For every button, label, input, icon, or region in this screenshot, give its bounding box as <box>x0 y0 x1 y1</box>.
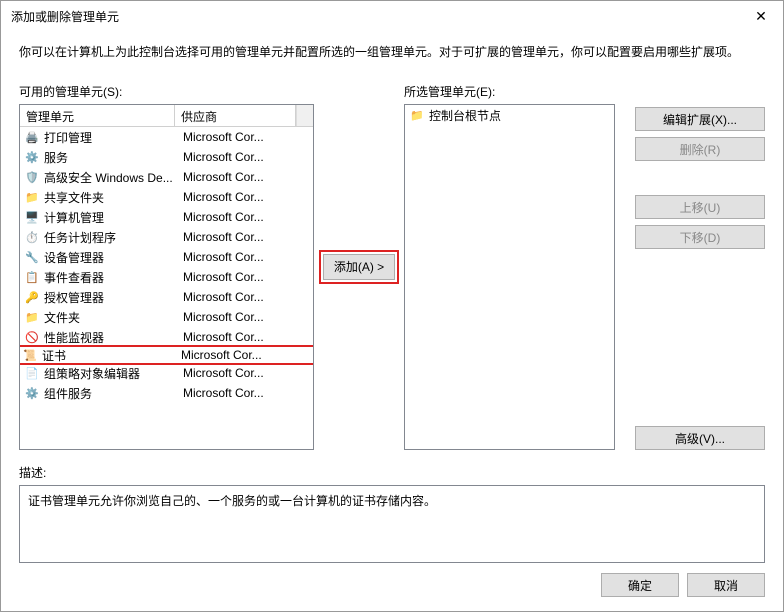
folder-icon: 📁 <box>409 107 425 123</box>
list-item[interactable]: 🖨️打印管理 Microsoft Cor... <box>20 127 313 147</box>
snapin-vendor: Microsoft Cor... <box>181 348 311 362</box>
dialog-window: 添加或删除管理单元 ✕ 你可以在计算机上为此控制台选择可用的管理单元并配置所选的… <box>0 0 784 612</box>
snapin-icon: 🚫 <box>24 329 40 345</box>
list-item[interactable]: ⚙️服务 Microsoft Cor... <box>20 147 313 167</box>
main-row: 可用的管理单元(S): 管理单元 供应商 🖨️打印管理 Microsoft Cor… <box>19 83 765 450</box>
window-title: 添加或删除管理单元 <box>11 8 739 25</box>
snapin-name: 文件夹 <box>44 309 179 326</box>
selected-label: 所选管理单元(E): <box>404 83 615 100</box>
intro-text: 你可以在计算机上为此控制台选择可用的管理单元并配置所选的一组管理单元。对于可扩展… <box>19 43 765 61</box>
selected-list-body: 📁控制台根节点 <box>405 105 614 125</box>
snapin-name: 高级安全 Windows De... <box>44 169 179 186</box>
advanced-button[interactable]: 高级(V)... <box>635 426 765 450</box>
snapin-vendor: Microsoft Cor... <box>183 150 309 164</box>
snapin-vendor: Microsoft Cor... <box>183 210 309 224</box>
snapin-icon: 📁 <box>24 309 40 325</box>
list-item[interactable]: 🔧设备管理器 Microsoft Cor... <box>20 247 313 267</box>
list-item[interactable]: 📁共享文件夹 Microsoft Cor... <box>20 187 313 207</box>
list-item[interactable]: 🚫性能监视器 Microsoft Cor... <box>20 327 313 347</box>
snapin-vendor: Microsoft Cor... <box>183 250 309 264</box>
footer: 确定 取消 <box>1 563 783 611</box>
snapin-vendor: Microsoft Cor... <box>183 130 309 144</box>
add-highlight-box: 添加(A) > <box>319 250 399 284</box>
move-up-button[interactable]: 上移(U) <box>635 195 765 219</box>
remove-button[interactable]: 删除(R) <box>635 137 765 161</box>
selected-listbox[interactable]: 📁控制台根节点 <box>404 104 615 450</box>
move-down-button[interactable]: 下移(D) <box>635 225 765 249</box>
list-item[interactable]: ⏱️任务计划程序 Microsoft Cor... <box>20 227 313 247</box>
titlebar: 添加或删除管理单元 ✕ <box>1 1 783 31</box>
add-button[interactable]: 添加(A) > <box>323 254 395 280</box>
snapin-name: 证书 <box>42 347 177 364</box>
snapin-icon: ⚙️ <box>24 385 40 401</box>
snapin-vendor: Microsoft Cor... <box>183 270 309 284</box>
description-box: 证书管理单元允许你浏览自己的、一个服务的或一台计算机的证书存储内容。 <box>19 485 765 563</box>
cancel-button[interactable]: 取消 <box>687 573 765 597</box>
close-button[interactable]: ✕ <box>739 1 783 31</box>
list-item[interactable]: ⚙️组件服务 Microsoft Cor... <box>20 383 313 403</box>
snapin-vendor: Microsoft Cor... <box>183 330 309 344</box>
selected-item[interactable]: 📁控制台根节点 <box>405 105 614 125</box>
snapin-vendor: Microsoft Cor... <box>183 230 309 244</box>
list-item[interactable]: 🛡️高级安全 Windows De... Microsoft Cor... <box>20 167 313 187</box>
add-column: 添加(A) > <box>314 83 404 450</box>
edit-extensions-button[interactable]: 编辑扩展(X)... <box>635 107 765 131</box>
snapin-name: 组策略对象编辑器 <box>44 365 179 382</box>
snapin-vendor: Microsoft Cor... <box>183 366 309 380</box>
header-vendor[interactable]: 供应商 <box>175 105 296 126</box>
snapin-name: 服务 <box>44 149 179 166</box>
snapin-icon: 🖨️ <box>24 129 40 145</box>
snapin-icon: 📋 <box>24 269 40 285</box>
snapin-icon: 🔧 <box>24 249 40 265</box>
available-list-header: 管理单元 供应商 <box>20 105 313 127</box>
snapin-name: 性能监视器 <box>44 329 179 346</box>
description-section: 描述: 证书管理单元允许你浏览自己的、一个服务的或一台计算机的证书存储内容。 <box>19 464 765 563</box>
snapin-name: 组件服务 <box>44 385 179 402</box>
content-area: 你可以在计算机上为此控制台选择可用的管理单元并配置所选的一组管理单元。对于可扩展… <box>1 31 783 563</box>
header-name[interactable]: 管理单元 <box>20 105 175 126</box>
list-item[interactable]: 📜证书 Microsoft Cor... <box>20 345 313 365</box>
snapin-icon: 🔑 <box>24 289 40 305</box>
list-item[interactable]: 📋事件查看器 Microsoft Cor... <box>20 267 313 287</box>
snapin-vendor: Microsoft Cor... <box>183 310 309 324</box>
snapin-name: 授权管理器 <box>44 289 179 306</box>
snapin-name: 计算机管理 <box>44 209 179 226</box>
description-label: 描述: <box>19 464 765 481</box>
snapin-name: 事件查看器 <box>44 269 179 286</box>
list-item[interactable]: 🔑授权管理器 Microsoft Cor... <box>20 287 313 307</box>
snapin-icon: ⚙️ <box>24 149 40 165</box>
available-column: 可用的管理单元(S): 管理单元 供应商 🖨️打印管理 Microsoft Cor… <box>19 83 314 450</box>
close-icon: ✕ <box>755 8 767 25</box>
snapin-icon: 🛡️ <box>24 169 40 185</box>
selected-item-name: 控制台根节点 <box>429 107 501 124</box>
snapin-icon: 🖥️ <box>24 209 40 225</box>
ok-button[interactable]: 确定 <box>601 573 679 597</box>
snapin-icon: 📜 <box>22 347 38 363</box>
snapin-vendor: Microsoft Cor... <box>183 386 309 400</box>
list-item[interactable]: 📁文件夹 Microsoft Cor... <box>20 307 313 327</box>
available-label: 可用的管理单元(S): <box>19 83 314 100</box>
snapin-vendor: Microsoft Cor... <box>183 170 309 184</box>
snapin-name: 共享文件夹 <box>44 189 179 206</box>
side-buttons-column: 编辑扩展(X)... 删除(R) 上移(U) 下移(D) 高级(V)... <box>615 83 765 450</box>
snapin-icon: 📁 <box>24 189 40 205</box>
selected-column: 所选管理单元(E): 📁控制台根节点 <box>404 83 615 450</box>
snapin-vendor: Microsoft Cor... <box>183 190 309 204</box>
snapin-icon: 📄 <box>24 365 40 381</box>
available-listbox[interactable]: 管理单元 供应商 🖨️打印管理Microsoft Cor...⚙️服务Micro… <box>19 104 314 450</box>
snapin-vendor: Microsoft Cor... <box>183 290 309 304</box>
list-item[interactable]: 🖥️计算机管理 Microsoft Cor... <box>20 207 313 227</box>
scrollbar[interactable] <box>296 105 313 126</box>
available-list-body: 🖨️打印管理Microsoft Cor...⚙️服务Microsoft Cor.… <box>20 127 313 449</box>
list-item[interactable]: 📄组策略对象编辑器 Microsoft Cor... <box>20 363 313 383</box>
snapin-name: 设备管理器 <box>44 249 179 266</box>
snapin-name: 打印管理 <box>44 129 179 146</box>
snapin-name: 任务计划程序 <box>44 229 179 246</box>
snapin-icon: ⏱️ <box>24 229 40 245</box>
